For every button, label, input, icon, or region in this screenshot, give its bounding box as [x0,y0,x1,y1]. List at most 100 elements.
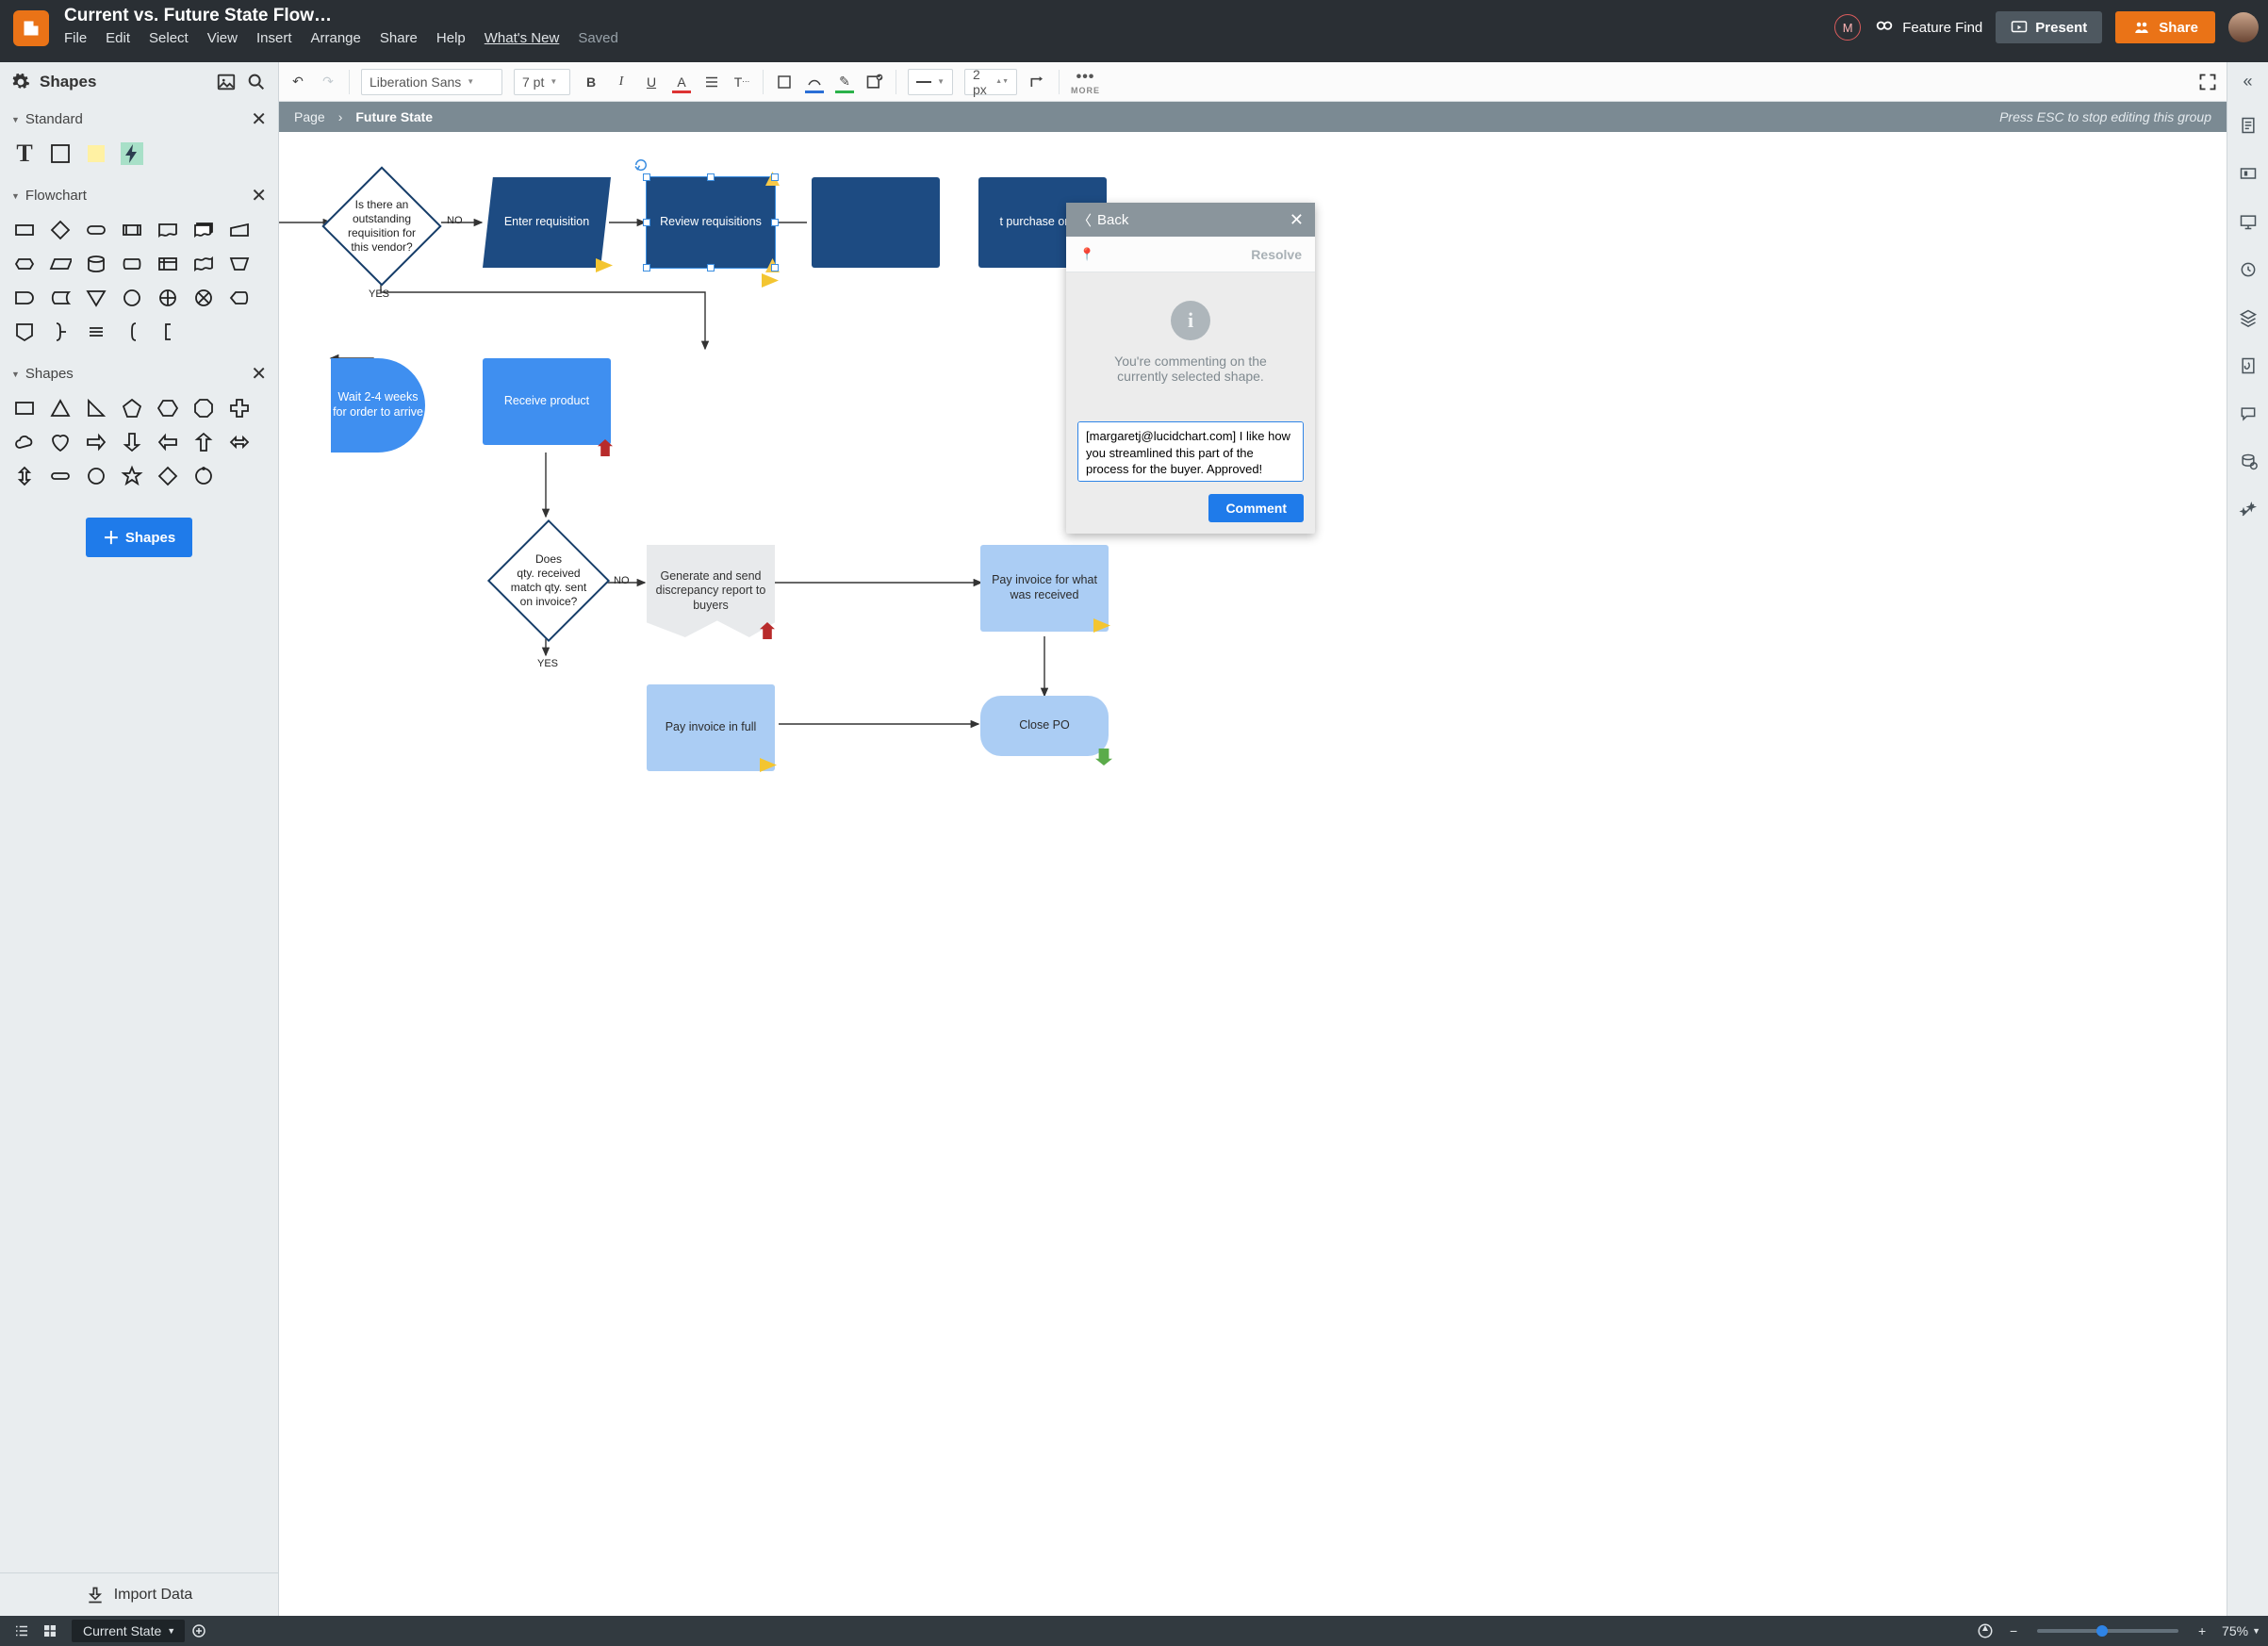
shape-bracket-left[interactable] [121,321,143,343]
zoom-out-icon[interactable]: − [2005,1622,2022,1639]
resolve-button[interactable]: Resolve [1251,247,1302,262]
menu-arrange[interactable]: Arrange [311,30,361,46]
menu-share[interactable]: Share [380,30,418,46]
shape-block[interactable] [49,142,72,165]
layers-icon[interactable] [2239,308,2258,332]
comment-close-button[interactable]: ✕ [1290,210,1304,230]
crumb-page[interactable]: Page [294,109,325,124]
linetype-icon[interactable] [1028,73,1047,91]
shape-live[interactable] [121,142,143,165]
shape-process[interactable] [13,219,36,241]
slides-icon[interactable] [2239,164,2258,188]
comment-submit-button[interactable]: Comment [1208,494,1304,522]
shape-bracket-right[interactable] [49,321,72,343]
close-icon[interactable]: ✕ [251,362,267,386]
shape-display[interactable] [228,287,251,309]
page-tab[interactable]: Current State▼ [72,1620,185,1642]
shape-polygon[interactable] [192,465,215,487]
add-page-icon[interactable] [190,1622,207,1639]
fullscreen-icon[interactable] [2198,73,2217,91]
shape-decision[interactable] [49,219,72,241]
collapse-rail-icon[interactable]: « [2243,72,2252,91]
undo-icon[interactable]: ↶ [288,73,307,91]
shape-connector[interactable] [121,287,143,309]
shape-multidoc[interactable] [192,219,215,241]
history-icon[interactable] [2239,260,2258,284]
close-icon[interactable]: ✕ [251,107,267,131]
app-logo[interactable] [13,10,49,46]
shape-heart[interactable] [49,431,72,453]
textcolor-icon[interactable]: A [672,73,691,91]
shape-circle[interactable] [85,465,107,487]
shape-arrow-left[interactable] [156,431,179,453]
presentation-icon[interactable] [2239,212,2258,236]
zoom-value[interactable]: 75% [2222,1623,2248,1638]
shape-note[interactable] [85,142,107,165]
shape-notelines[interactable] [85,321,107,343]
menu-insert[interactable]: Insert [256,30,292,46]
shape-data[interactable] [49,253,72,275]
node-receive-product[interactable]: Receive product [483,358,611,445]
shape-predef[interactable] [121,219,143,241]
shape-merge[interactable] [85,287,107,309]
shape-manualop[interactable] [228,253,251,275]
fontsize-select[interactable]: 7 pt▼ [514,69,570,95]
document-title[interactable]: Current vs. Future State Flow… [64,6,1834,26]
menu-edit[interactable]: Edit [106,30,130,46]
shape-manualin[interactable] [228,219,251,241]
section-standard[interactable]: ▼Standard✕ [0,102,278,137]
shape-text[interactable]: T [13,142,36,165]
bold-icon[interactable]: B [582,73,600,91]
shape-cross[interactable] [228,397,251,420]
shape-storeddata[interactable] [49,287,72,309]
font-select[interactable]: Liberation Sans▼ [361,69,502,95]
comment-input[interactable] [1077,421,1304,482]
zoom-slider[interactable] [2037,1629,2178,1633]
share-button[interactable]: Share [2115,11,2215,43]
grid-view-icon[interactable] [41,1622,58,1639]
present-button[interactable]: Present [1996,11,2102,43]
shape-arrow[interactable] [156,142,179,165]
canvas[interactable]: Is there an outstanding requisition for … [279,132,2227,1616]
node-discrepancy[interactable]: Generate and send discrepancy report to … [647,545,775,637]
feature-find-button[interactable]: Feature Find [1874,17,1982,38]
shape-arrow-right[interactable] [85,431,107,453]
shape-offpage[interactable] [13,321,36,343]
shape-righttri[interactable] [85,397,107,420]
page-icon[interactable] [2239,116,2258,140]
shape-directdata[interactable] [121,253,143,275]
section-flowchart[interactable]: ▼Flowchart✕ [0,178,278,213]
shape-rect[interactable] [13,397,36,420]
node-pay-what[interactable]: Pay invoice for what was received [980,545,1109,632]
node-close-po[interactable]: Close PO [980,696,1109,756]
fill-icon[interactable] [775,73,794,91]
shape-papertape[interactable] [192,253,215,275]
linestyle-select[interactable]: ▼ [908,69,953,95]
shape-octagon[interactable] [192,397,215,420]
border-icon[interactable] [805,73,824,91]
shape-delay[interactable] [13,287,36,309]
node-wait[interactable]: Wait 2-4 weeks for order to arrive [331,358,425,453]
shape-cloud[interactable] [13,431,36,453]
underline-icon[interactable]: U [642,73,661,91]
shape-arrow-up[interactable] [192,431,215,453]
shape-arrow-lr[interactable] [228,431,251,453]
shape-arrow-down[interactable] [121,431,143,453]
image-icon[interactable] [216,72,237,92]
shape-preparation[interactable] [13,253,36,275]
comments-rail-icon[interactable] [2239,404,2258,428]
menu-view[interactable]: View [207,30,238,46]
menu-file[interactable]: File [64,30,87,46]
import-data-button[interactable]: Import Data [0,1572,278,1616]
magic-icon[interactable] [2239,501,2258,524]
section-shapes[interactable]: ▼Shapes✕ [0,356,278,391]
shape-internalstorage[interactable] [156,253,179,275]
menu-whatsnew[interactable]: What's New [485,30,560,46]
menu-select[interactable]: Select [149,30,189,46]
theme-icon[interactable] [2239,356,2258,380]
shape-star[interactable] [121,465,143,487]
node-review-requisitions[interactable]: Review requisitions [647,177,775,268]
node-hidden1[interactable] [812,177,940,268]
search-icon[interactable] [246,72,267,92]
shape-triangle[interactable] [49,397,72,420]
